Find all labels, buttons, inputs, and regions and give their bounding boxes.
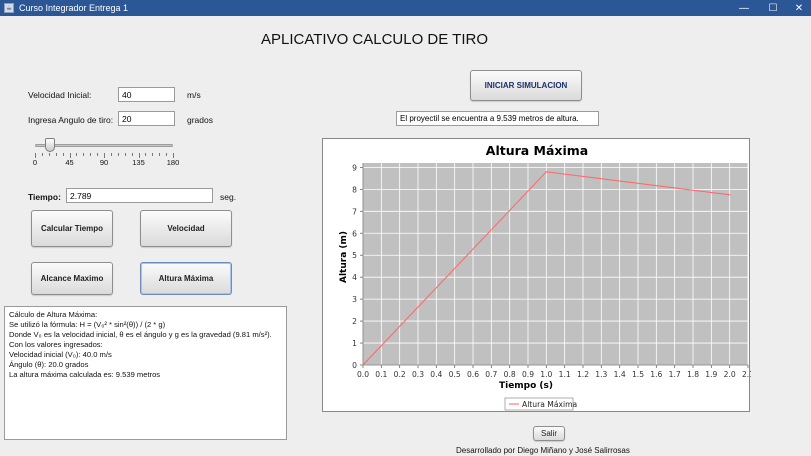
chart-x-tick-label: 1.1 [559, 370, 571, 379]
chart-x-tick-label: 1.2 [577, 370, 589, 379]
slider-tick [97, 153, 99, 156]
height-chart: Altura Máxima 0.0 0.1 0.2 0.3 0.4 0.5 0.6 0.7 0.… [339, 143, 754, 411]
chart-data-point [362, 364, 364, 366]
result-line: Con los valores ingresados: [9, 340, 103, 349]
angle-slider[interactable]: 0 45 90 135 180 [31, 138, 179, 168]
salir-button[interactable]: Salir [533, 426, 565, 441]
slider-tick-label: 45 [65, 158, 74, 167]
time-unit: seg. [220, 192, 237, 202]
chart-data-point [729, 194, 731, 196]
velocidad-button[interactable]: Velocidad [140, 210, 232, 247]
page-title: APLICATIVO CALCULO DE TIRO [261, 31, 488, 48]
chart-y-tick-label: 5 [352, 251, 357, 260]
result-message-field[interactable]: El proyectil se encuentra a 9.539 metros… [396, 111, 599, 126]
slider-tick-label: 90 [99, 158, 109, 167]
window-titlebar: ☕ Curso Integrador Entrega 1 — ☐ ✕ [0, 0, 811, 16]
chart-y-tick-label: 3 [352, 295, 357, 304]
velocity-input[interactable]: 40 [118, 87, 175, 102]
chart-x-tick-label: 2.0 [724, 370, 736, 379]
chart-x-axis-label: Tiempo (s) [499, 381, 553, 391]
chart-x-tick-label: 0.1 [375, 370, 387, 379]
chart-title: Altura Máxima [486, 143, 588, 158]
chart-y-tick-label: 9 [352, 163, 357, 172]
chart-x-tick-label: 2.1 [742, 370, 751, 379]
slider-tick [41, 153, 43, 156]
slider-tick [48, 153, 50, 156]
java-app-icon: ☕ [4, 3, 14, 13]
minimize-button[interactable]: — [729, 0, 759, 16]
slider-tick [117, 153, 119, 156]
chart-x-tick-label: 1.4 [614, 370, 626, 379]
alcance-maximo-button[interactable]: Alcance Maximo [31, 262, 113, 295]
result-text-area[interactable]: Cálculo de Altura Máxima: Se utilizó la f… [4, 306, 287, 440]
chart-x-tick-label: 0.2 [394, 370, 406, 379]
chart-x-tick-label: 1.9 [705, 370, 717, 379]
slider-tick [83, 153, 85, 156]
chart-x-tick-label: 0.7 [485, 370, 497, 379]
slider-tick-label: 180 [166, 158, 180, 167]
chart-x-tick-label: 0.4 [430, 370, 442, 379]
credits-text: Desarrollado por Diego Miñano y José Sal… [456, 446, 630, 455]
angle-input[interactable]: 20 [118, 111, 175, 126]
slider-tick [131, 153, 133, 156]
chart-x-tick-label: 1.0 [540, 370, 552, 379]
chart-x-tick-label: 0.5 [449, 370, 461, 379]
chart-y-tick-label: 1 [352, 339, 357, 348]
result-line: Donde V₀ es la velocidad inicial, θ es e… [9, 330, 272, 339]
result-line: Ángulo (θ): 20.0 grados [9, 360, 89, 369]
velocity-label: Velocidad Inicial: [28, 90, 92, 100]
chart-y-tick-label: 7 [352, 207, 357, 216]
slider-tick [110, 153, 112, 156]
chart-x-tick-label: 1.6 [650, 370, 662, 379]
slider-tick [55, 153, 57, 156]
result-line: Velocidad inicial (V₀): 40.0 m/s [9, 350, 112, 359]
slider-tick [90, 153, 92, 156]
chart-x-tick-label: 0.0 [357, 370, 369, 379]
result-line: Se utilizó la fórmula: H = (V₀² * sin²(θ… [9, 320, 166, 329]
chart-x-tick-label: 1.5 [632, 370, 644, 379]
altura-maxima-button[interactable]: Altura Máxima [140, 262, 232, 295]
window-title: Curso Integrador Entrega 1 [19, 3, 129, 13]
slider-track [35, 144, 173, 147]
iniciar-simulacion-button[interactable]: INICIAR SIMULACION [470, 70, 582, 101]
chart-x-tick-label: 0.9 [522, 370, 534, 379]
slider-tick-label: 135 [132, 158, 145, 167]
slider-tick [166, 153, 168, 156]
slider-tick [152, 153, 154, 156]
chart-plot-area [363, 163, 748, 365]
velocity-unit: m/s [187, 90, 201, 100]
calcular-tiempo-button[interactable]: Calcular Tiempo [31, 210, 113, 247]
chart-y-tick-label: 8 [352, 185, 357, 194]
chart-y-axis-label: Altura (m) [339, 231, 349, 283]
time-input[interactable]: 2.789 [66, 188, 213, 203]
slider-tick [76, 153, 78, 156]
angle-label: Ingresa Angulo de tiro: [28, 115, 114, 125]
chart-x-tick-label: 0.6 [467, 370, 479, 379]
slider-tick [62, 153, 64, 156]
chart-data-point [545, 171, 547, 173]
close-button[interactable]: ✕ [784, 0, 811, 16]
chart-y-tick-label: 0 [352, 361, 357, 370]
slider-tick [145, 153, 147, 156]
chart-x-tick-label: 1.7 [669, 370, 681, 379]
slider-tick [124, 153, 126, 156]
time-label: Tiempo: [28, 192, 61, 202]
slider-tick [159, 153, 161, 156]
chart-x-tick-label: 1.8 [687, 370, 699, 379]
chart-y-tick-label: 6 [352, 229, 357, 238]
result-line: La altura máxima calculada es: 9.539 met… [9, 370, 161, 379]
result-line: Cálculo de Altura Máxima: [9, 310, 98, 319]
angle-unit: grados [187, 115, 213, 125]
chart-x-tick-label: 1.3 [595, 370, 607, 379]
chart-x-tick-label: 0.3 [412, 370, 424, 379]
slider-tick-label: 0 [32, 158, 38, 167]
chart-x-tick-label: 0.8 [504, 370, 516, 379]
slider-thumb[interactable] [45, 138, 56, 152]
chart-panel: Altura Máxima 0.0 0.1 0.2 0.3 0.4 0.5 0.6 0.7 0.… [322, 138, 754, 412]
chart-legend: Altura Máxima [504, 397, 577, 411]
chart-legend-label: Altura Máxima [522, 400, 577, 409]
chart-y-tick-label: 4 [352, 273, 357, 282]
chart-y-tick-label: 2 [352, 317, 357, 326]
